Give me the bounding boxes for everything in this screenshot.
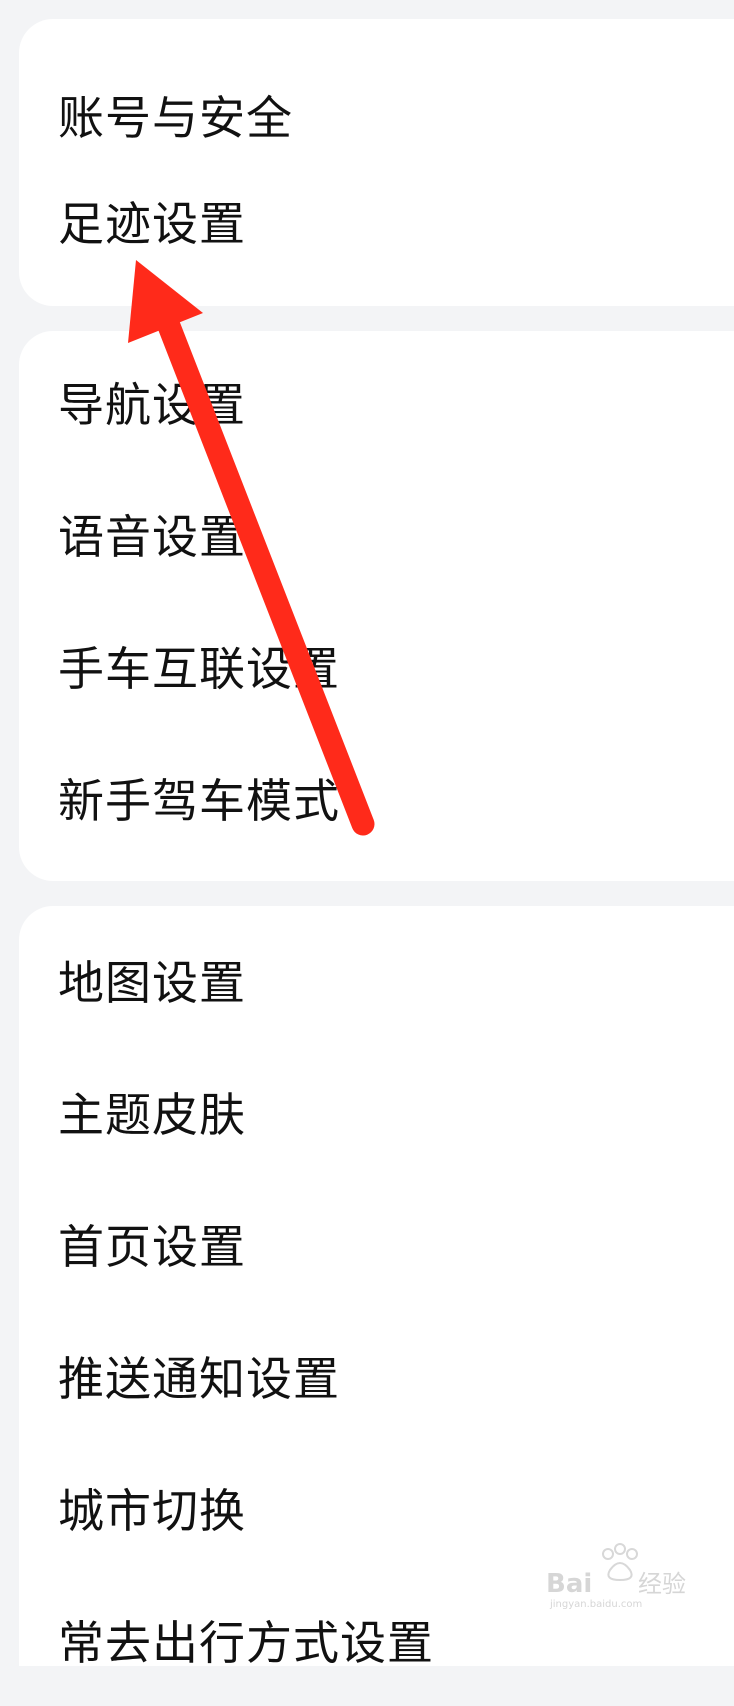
menu-item-footprint-settings[interactable]: 足迹设置 xyxy=(19,155,734,287)
menu-item-map-settings[interactable]: 地图设置 xyxy=(19,914,734,1046)
menu-item-label: 足迹设置 xyxy=(58,197,246,251)
settings-group-account: 账号与安全 足迹设置 xyxy=(19,19,734,306)
menu-item-label: 新手驾车模式 xyxy=(58,774,340,828)
menu-item-navigation-settings[interactable]: 导航设置 xyxy=(19,336,734,468)
menu-item-label: 常去出行方式设置 xyxy=(58,1616,434,1670)
menu-item-novice-driving-mode[interactable]: 新手驾车模式 xyxy=(19,732,734,864)
menu-item-label: 城市切换 xyxy=(58,1484,246,1538)
menu-item-label: 导航设置 xyxy=(58,378,246,432)
menu-item-phone-car-link[interactable]: 手车互联设置 xyxy=(19,600,734,732)
menu-item-homepage-settings[interactable]: 首页设置 xyxy=(19,1178,734,1310)
menu-item-label: 账号与安全 xyxy=(58,91,293,145)
menu-item-frequent-travel-mode[interactable]: 常去出行方式设置 xyxy=(19,1574,734,1706)
menu-item-push-notification-settings[interactable]: 推送通知设置 xyxy=(19,1310,734,1442)
menu-item-city-switch[interactable]: 城市切换 xyxy=(19,1442,734,1574)
menu-item-label: 推送通知设置 xyxy=(58,1352,340,1406)
menu-item-label: 主题皮肤 xyxy=(58,1088,246,1142)
menu-item-label: 地图设置 xyxy=(58,956,246,1010)
menu-item-label: 首页设置 xyxy=(58,1220,246,1274)
menu-item-label: 语音设置 xyxy=(58,510,246,564)
settings-group-display: 地图设置 主题皮肤 首页设置 推送通知设置 城市切换 常去出行方式设置 xyxy=(19,906,734,1670)
menu-item-theme-skin[interactable]: 主题皮肤 xyxy=(19,1046,734,1178)
settings-group-navigation: 导航设置 语音设置 手车互联设置 新手驾车模式 xyxy=(19,331,734,881)
menu-item-label: 手车互联设置 xyxy=(58,642,340,696)
menu-item-voice-settings[interactable]: 语音设置 xyxy=(19,468,734,600)
